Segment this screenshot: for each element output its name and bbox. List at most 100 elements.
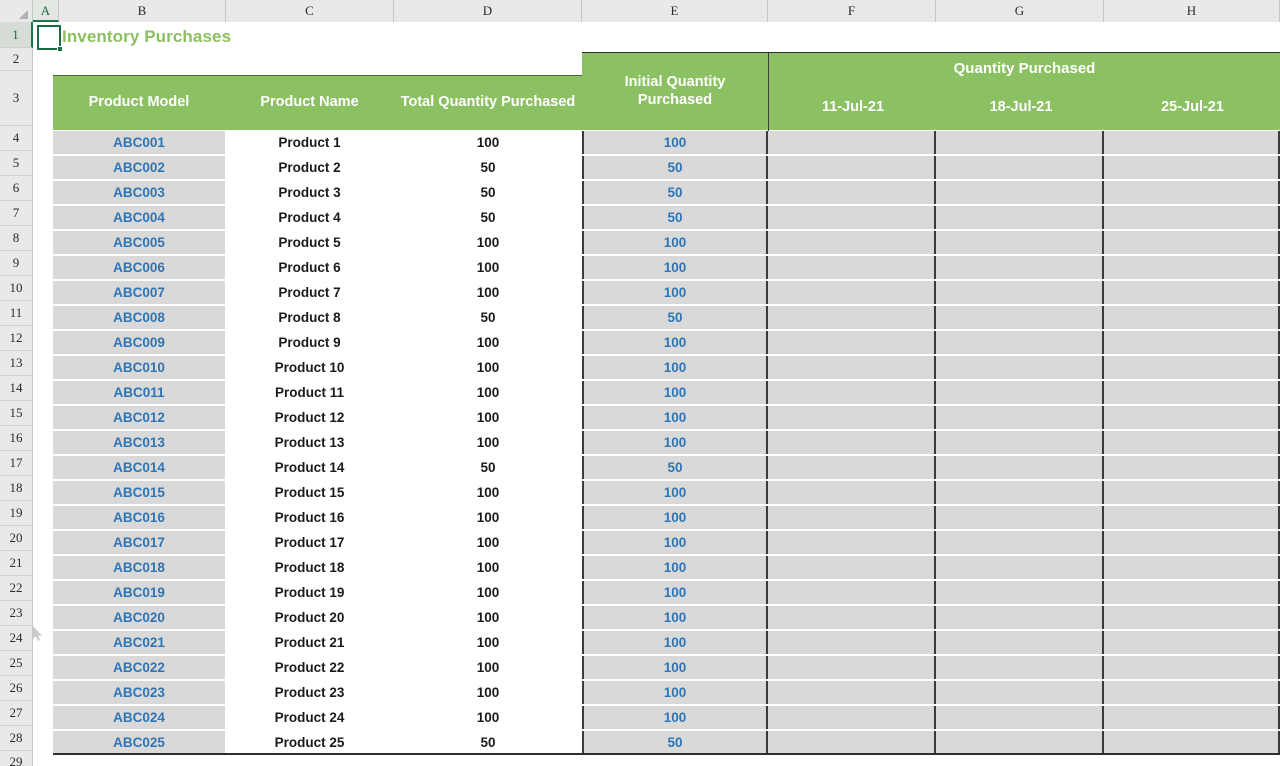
cell-date-3[interactable] xyxy=(1104,481,1280,504)
cell-date-1[interactable] xyxy=(768,156,936,179)
cell-date-2[interactable] xyxy=(936,206,1104,229)
cell-model[interactable]: ABC016 xyxy=(53,506,225,529)
cell-model[interactable]: ABC019 xyxy=(53,581,225,604)
row-header-16[interactable]: 16 xyxy=(0,426,33,451)
cell-model[interactable]: ABC003 xyxy=(53,181,225,204)
cell-date-3[interactable] xyxy=(1104,506,1280,529)
cell-date-2[interactable] xyxy=(936,431,1104,454)
cell-total[interactable]: 100 xyxy=(394,506,582,529)
cell-name[interactable]: Product 6 xyxy=(225,256,394,279)
row-header-18[interactable]: 18 xyxy=(0,476,33,501)
cell-initial[interactable]: 100 xyxy=(582,356,768,379)
table-row[interactable]: ABC013Product 13100100 xyxy=(33,431,1280,456)
cell-date-1[interactable] xyxy=(768,231,936,254)
cell-initial[interactable]: 100 xyxy=(582,581,768,604)
column-header-d[interactable]: D xyxy=(394,0,582,22)
cell-total[interactable]: 100 xyxy=(394,381,582,404)
cell-initial[interactable]: 100 xyxy=(582,481,768,504)
cell-name[interactable]: Product 1 xyxy=(225,131,394,154)
table-row[interactable]: ABC007Product 7100100 xyxy=(33,281,1280,306)
cell-date-2[interactable] xyxy=(936,581,1104,604)
cell-initial[interactable]: 100 xyxy=(582,231,768,254)
table-row[interactable]: ABC017Product 17100100 xyxy=(33,531,1280,556)
cell-date-1[interactable] xyxy=(768,181,936,204)
cell-total[interactable]: 100 xyxy=(394,556,582,579)
row-header-11[interactable]: 11 xyxy=(0,301,33,326)
row-header-1[interactable]: 1 xyxy=(0,22,33,48)
cell-date-1[interactable] xyxy=(768,306,936,329)
cell-name[interactable]: Product 7 xyxy=(225,281,394,304)
table-row[interactable]: ABC024Product 24100100 xyxy=(33,706,1280,731)
cell-date-1[interactable] xyxy=(768,506,936,529)
cell-total[interactable]: 50 xyxy=(394,156,582,179)
cell-name[interactable]: Product 8 xyxy=(225,306,394,329)
row-header-29[interactable]: 29 xyxy=(0,751,33,766)
cell-date-2[interactable] xyxy=(936,406,1104,429)
cell-model[interactable]: ABC009 xyxy=(53,331,225,354)
column-header-f[interactable]: F xyxy=(768,0,936,22)
cell-initial[interactable]: 50 xyxy=(582,306,768,329)
column-header-c[interactable]: C xyxy=(226,0,394,22)
cell-initial[interactable]: 50 xyxy=(582,156,768,179)
cell-date-2[interactable] xyxy=(936,456,1104,479)
cell-name[interactable]: Product 17 xyxy=(225,531,394,554)
row-header-10[interactable]: 10 xyxy=(0,276,33,301)
column-header-e[interactable]: E xyxy=(582,0,768,22)
cell-date-1[interactable] xyxy=(768,481,936,504)
cell-date-2[interactable] xyxy=(936,606,1104,629)
cell-model[interactable]: ABC006 xyxy=(53,256,225,279)
cell-date-2[interactable] xyxy=(936,131,1104,154)
table-row[interactable]: ABC012Product 12100100 xyxy=(33,406,1280,431)
cell-total[interactable]: 50 xyxy=(394,306,582,329)
cell-name[interactable]: Product 10 xyxy=(225,356,394,379)
table-row[interactable]: ABC005Product 5100100 xyxy=(33,231,1280,256)
cell-date-3[interactable] xyxy=(1104,206,1280,229)
cell-model[interactable]: ABC022 xyxy=(53,656,225,679)
cell-date-2[interactable] xyxy=(936,331,1104,354)
table-row[interactable]: ABC002Product 25050 xyxy=(33,156,1280,181)
cell-total[interactable]: 100 xyxy=(394,606,582,629)
cell-initial[interactable]: 100 xyxy=(582,131,768,154)
cell-date-3[interactable] xyxy=(1104,556,1280,579)
cell-initial[interactable]: 100 xyxy=(582,656,768,679)
column-header-a[interactable]: A xyxy=(33,0,59,22)
cell-date-3[interactable] xyxy=(1104,381,1280,404)
cell-model[interactable]: ABC011 xyxy=(53,381,225,404)
cell-model[interactable]: ABC018 xyxy=(53,556,225,579)
cell-date-1[interactable] xyxy=(768,606,936,629)
cell-total[interactable]: 100 xyxy=(394,481,582,504)
cell-date-3[interactable] xyxy=(1104,306,1280,329)
cell-date-3[interactable] xyxy=(1104,131,1280,154)
cell-initial[interactable]: 100 xyxy=(582,281,768,304)
cell-model[interactable]: ABC015 xyxy=(53,481,225,504)
cell-date-2[interactable] xyxy=(936,506,1104,529)
cell-date-1[interactable] xyxy=(768,531,936,554)
table-row[interactable]: ABC009Product 9100100 xyxy=(33,331,1280,356)
cell-date-3[interactable] xyxy=(1104,231,1280,254)
cell-date-1[interactable] xyxy=(768,731,936,754)
row-header-20[interactable]: 20 xyxy=(0,526,33,551)
cell-date-3[interactable] xyxy=(1104,606,1280,629)
cell-initial[interactable]: 100 xyxy=(582,531,768,554)
cell-date-2[interactable] xyxy=(936,681,1104,704)
row-header-6[interactable]: 6 xyxy=(0,176,33,201)
cell-name[interactable]: Product 5 xyxy=(225,231,394,254)
cell-date-3[interactable] xyxy=(1104,281,1280,304)
cell-date-1[interactable] xyxy=(768,331,936,354)
cell-date-3[interactable] xyxy=(1104,406,1280,429)
cell-initial[interactable]: 50 xyxy=(582,206,768,229)
cell-model[interactable]: ABC001 xyxy=(53,131,225,154)
cell-date-1[interactable] xyxy=(768,681,936,704)
row-header-22[interactable]: 22 xyxy=(0,576,33,601)
cell-date-1[interactable] xyxy=(768,256,936,279)
cell-model[interactable]: ABC005 xyxy=(53,231,225,254)
cell-total[interactable]: 100 xyxy=(394,681,582,704)
table-row[interactable]: ABC021Product 21100100 xyxy=(33,631,1280,656)
cell-initial[interactable]: 100 xyxy=(582,406,768,429)
table-row[interactable]: ABC019Product 19100100 xyxy=(33,581,1280,606)
cell-date-2[interactable] xyxy=(936,656,1104,679)
cell-date-3[interactable] xyxy=(1104,456,1280,479)
cell-initial[interactable]: 100 xyxy=(582,331,768,354)
cell-date-3[interactable] xyxy=(1104,656,1280,679)
cell-date-3[interactable] xyxy=(1104,531,1280,554)
